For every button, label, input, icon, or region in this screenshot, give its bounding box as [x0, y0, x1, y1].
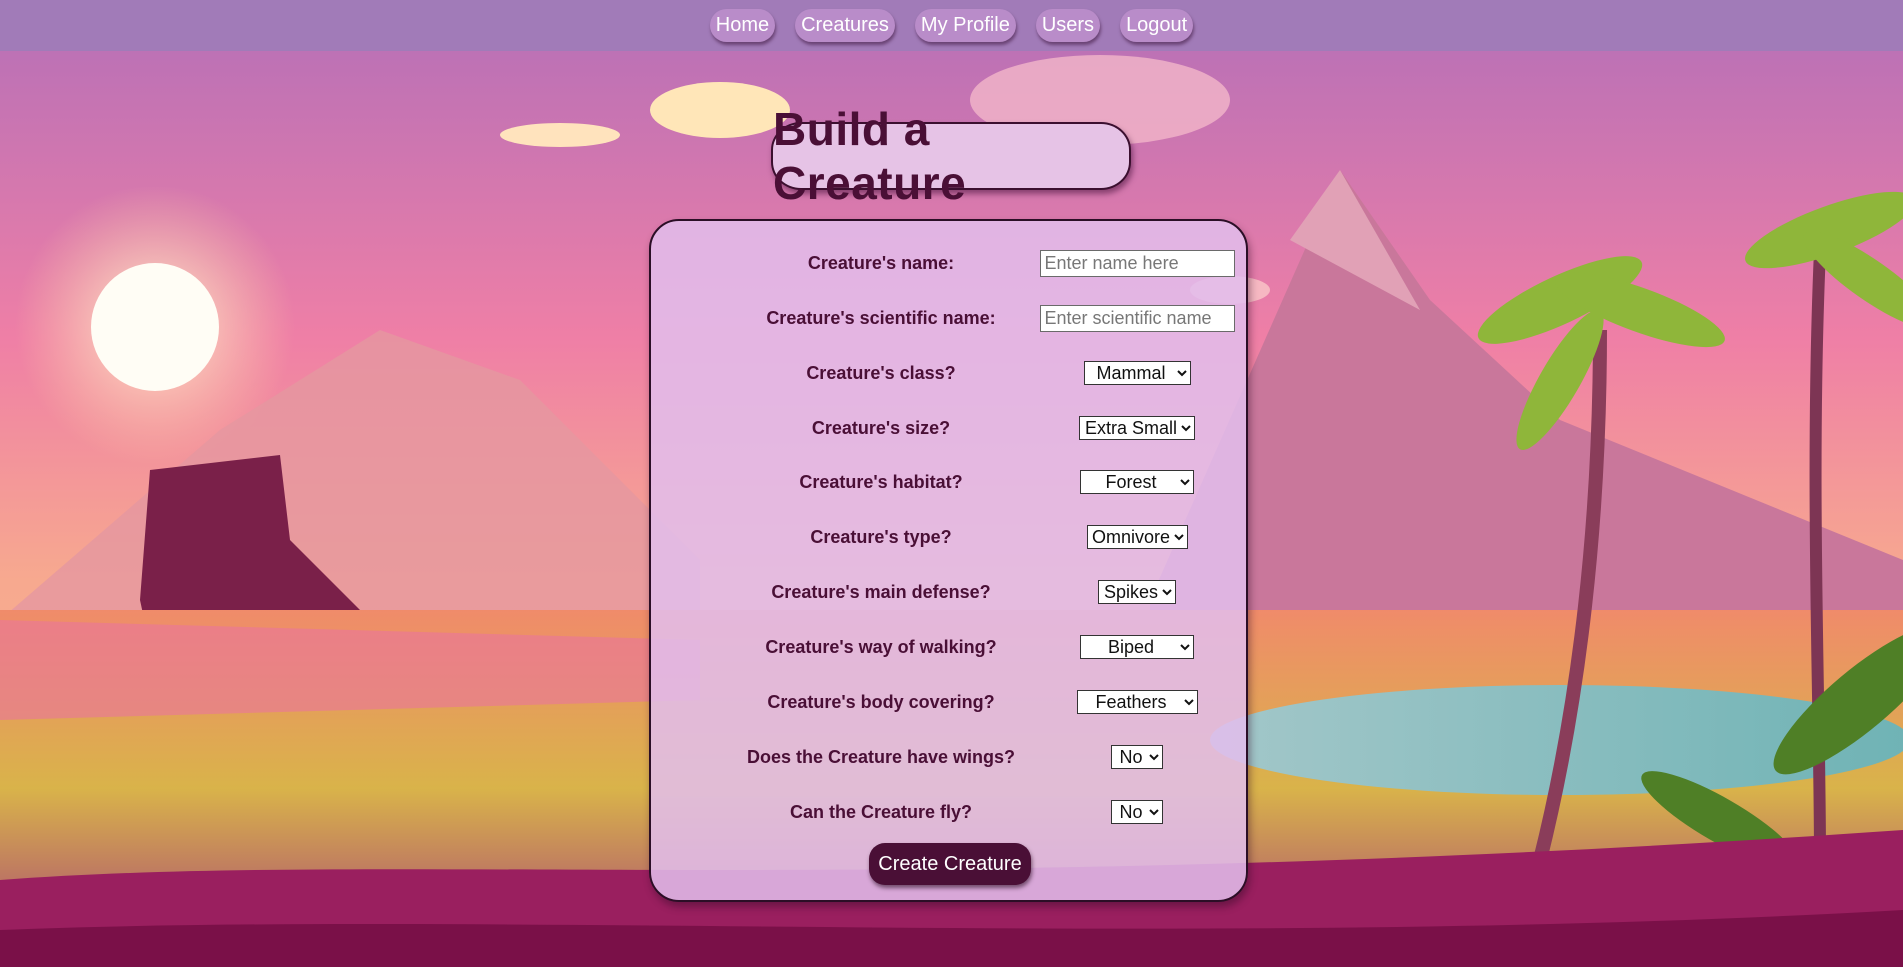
type-label: Creature's type? — [810, 526, 952, 547]
form-row-name: Creature's name: — [651, 246, 1246, 280]
name-label: Creature's name: — [807, 252, 955, 273]
name-input[interactable] — [1039, 249, 1235, 277]
size-label: Creature's size? — [811, 417, 951, 438]
habitat-label: Creature's habitat? — [799, 471, 963, 492]
size-select[interactable]: Extra Small — [1079, 416, 1195, 440]
nav-my-profile-link[interactable]: My Profile — [914, 9, 1016, 42]
form-row-habitat: Creature's habitat? Forest — [651, 465, 1246, 499]
form-row-size: Creature's size? Extra Small — [651, 411, 1246, 445]
scientific-name-label: Creature's scientific name: — [766, 307, 996, 328]
nav-home-link[interactable]: Home — [709, 9, 776, 42]
body-covering-label: Creature's body covering? — [767, 691, 995, 712]
defense-select[interactable]: Spikes — [1098, 580, 1176, 604]
form-row-fly: Can the Creature fly? No — [651, 795, 1246, 829]
build-creature-form: Creature's name: Creature's scientific n… — [649, 219, 1248, 902]
wings-select[interactable]: No — [1111, 745, 1163, 769]
habitat-select[interactable]: Forest — [1080, 470, 1194, 494]
scientific-name-input[interactable] — [1039, 304, 1235, 332]
walking-select[interactable]: Biped — [1080, 635, 1194, 659]
nav-users-link[interactable]: Users — [1035, 9, 1101, 42]
form-row-scientific-name: Creature's scientific name: — [651, 301, 1246, 335]
form-row-wings: Does the Creature have wings? No — [651, 740, 1246, 774]
form-row-class: Creature's class? Mammal — [651, 356, 1246, 390]
walking-label: Creature's way of walking? — [765, 636, 997, 657]
class-select[interactable]: Mammal — [1083, 361, 1191, 385]
type-select[interactable]: Omnivore — [1086, 525, 1188, 549]
top-nav: Home Creatures My Profile Users Logout — [0, 0, 1903, 51]
create-creature-button[interactable]: Create Creature — [869, 843, 1031, 885]
form-row-defense: Creature's main defense? Spikes — [651, 575, 1246, 609]
body-covering-select[interactable]: Feathers — [1076, 690, 1198, 714]
nav-creatures-link[interactable]: Creatures — [795, 9, 895, 42]
page-title-banner: Build a Creature — [771, 103, 1131, 209]
fly-label: Can the Creature fly? — [789, 801, 973, 822]
nav-logout-link[interactable]: Logout — [1120, 9, 1194, 42]
form-row-walking: Creature's way of walking? Biped — [651, 630, 1246, 664]
defense-label: Creature's main defense? — [771, 581, 991, 602]
form-row-type: Creature's type? Omnivore — [651, 520, 1246, 554]
fly-select[interactable]: No — [1111, 800, 1163, 824]
page-title: Build a Creature — [773, 103, 967, 209]
form-row-body-covering: Creature's body covering? Feathers — [651, 685, 1246, 719]
class-label: Creature's class? — [806, 362, 956, 383]
wings-label: Does the Creature have wings? — [746, 746, 1016, 767]
